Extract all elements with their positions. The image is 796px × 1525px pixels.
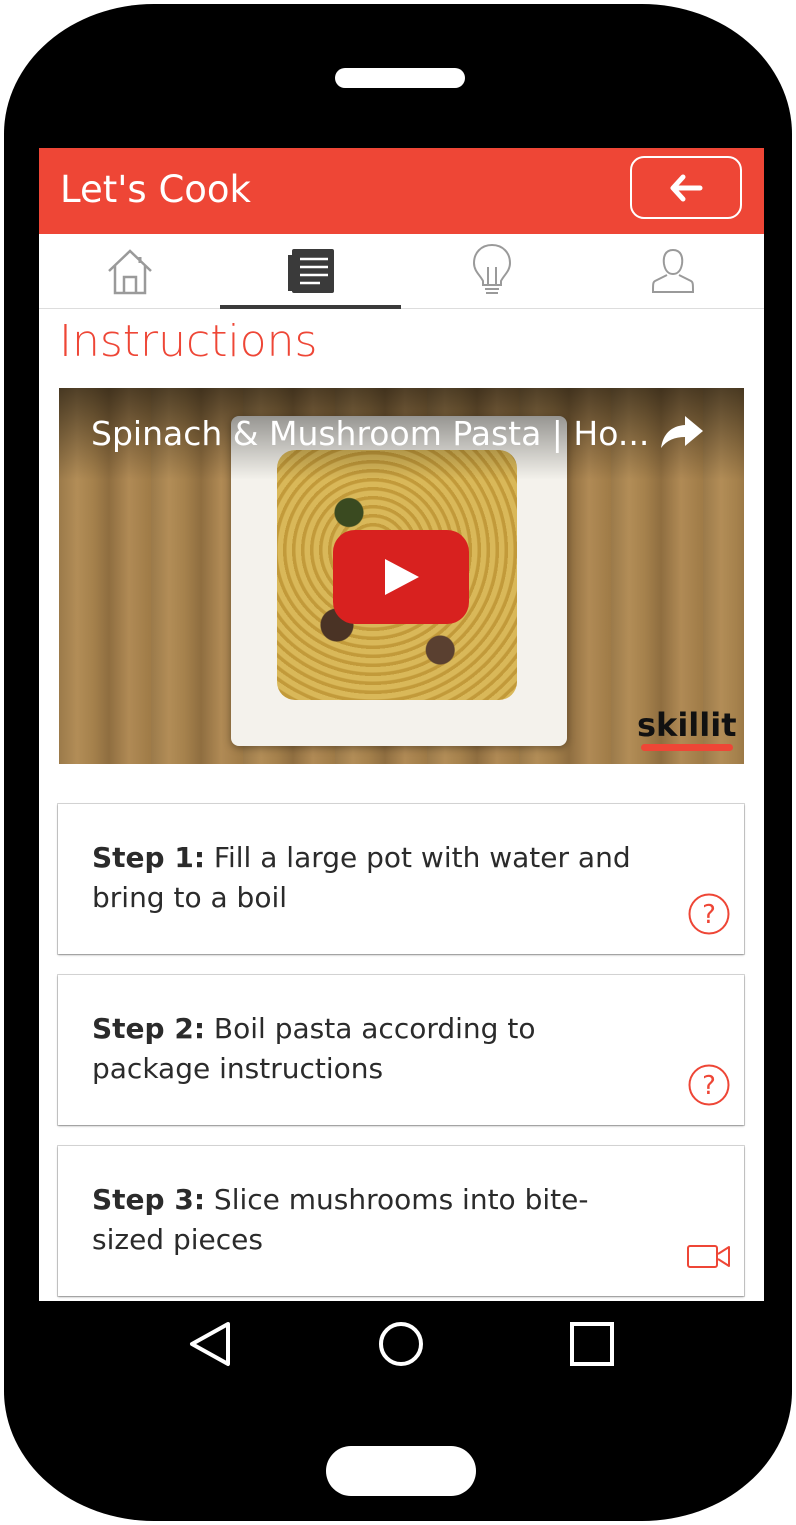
page-title: Instructions xyxy=(59,316,318,367)
share-arrow-icon xyxy=(661,416,703,448)
nav-recents-button[interactable] xyxy=(561,1313,623,1375)
speaker-slot xyxy=(335,68,465,88)
user-icon xyxy=(651,248,694,293)
step-label: Step 1: xyxy=(92,841,206,874)
brand-logo-underline xyxy=(641,744,733,751)
app-title: Let's Cook xyxy=(60,168,251,211)
step-label: Step 2: xyxy=(92,1012,206,1045)
square-recents-icon xyxy=(570,1322,614,1366)
app-bar: Let's Cook xyxy=(39,148,764,234)
phone-frame: Let's Cook Instructions Spinach & Mushro… xyxy=(4,4,792,1521)
app-screen: Let's Cook Instructions Spinach & Mushro… xyxy=(39,148,764,1301)
system-nav-bar xyxy=(39,1301,764,1387)
recipe-list-icon xyxy=(287,249,334,293)
video-title[interactable]: Spinach & Mushroom Pasta | Ho... xyxy=(91,414,649,453)
tab-tips[interactable] xyxy=(401,234,582,308)
back-button[interactable] xyxy=(630,156,742,219)
help-icon[interactable]: ? xyxy=(687,892,731,936)
tab-home[interactable] xyxy=(39,234,220,308)
tab-profile[interactable] xyxy=(582,234,763,308)
brand-logo: skillit xyxy=(637,706,737,744)
step-card[interactable]: Step 2: Boil pasta according to package … xyxy=(58,975,744,1125)
triangle-back-icon xyxy=(190,1322,230,1366)
arrow-left-icon xyxy=(670,174,703,201)
tab-bar xyxy=(39,234,764,309)
step-text: Step 2: Boil pasta according to package … xyxy=(92,1009,652,1089)
help-icon[interactable]: ? xyxy=(687,1063,731,1107)
step-label: Step 3: xyxy=(92,1183,206,1216)
lightbulb-icon xyxy=(472,243,511,294)
hardware-home-button[interactable] xyxy=(326,1446,476,1496)
video-camera-icon[interactable] xyxy=(687,1234,731,1278)
nav-home-button[interactable] xyxy=(370,1313,432,1375)
video-player[interactable]: Spinach & Mushroom Pasta | Ho... skillit xyxy=(59,388,744,764)
step-text: Step 1: Fill a large pot with water and … xyxy=(92,838,652,918)
share-button[interactable] xyxy=(659,414,705,455)
step-card[interactable]: Step 1: Fill a large pot with water and … xyxy=(58,804,744,954)
play-button[interactable] xyxy=(333,530,469,624)
tab-recipe[interactable] xyxy=(220,234,401,309)
play-icon xyxy=(385,559,419,595)
svg-text:?: ? xyxy=(702,1071,716,1101)
circle-home-icon xyxy=(379,1322,423,1366)
svg-text:?: ? xyxy=(702,900,716,930)
nav-back-button[interactable] xyxy=(179,1313,241,1375)
step-text: Step 3: Slice mushrooms into bite-sized … xyxy=(92,1180,652,1260)
step-card[interactable]: Step 3: Slice mushrooms into bite-sized … xyxy=(58,1146,744,1296)
home-icon xyxy=(107,249,152,295)
